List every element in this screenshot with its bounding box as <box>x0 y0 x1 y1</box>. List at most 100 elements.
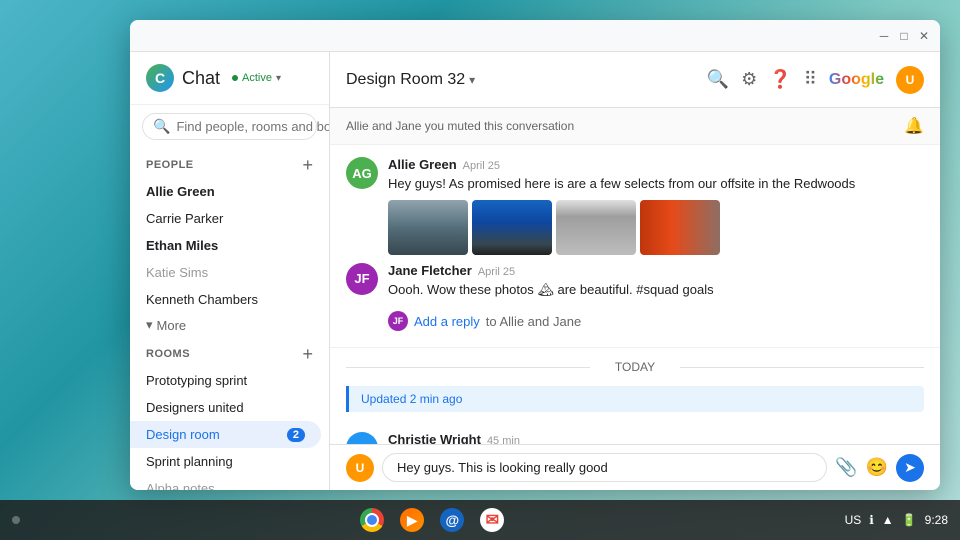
messages-container: Allie and Jane you muted this conversati… <box>330 108 940 444</box>
reply-link[interactable]: Add a reply <box>414 314 480 329</box>
input-actions: 📎 😊 ➤ <box>835 454 924 482</box>
play-store-icon[interactable]: ▶ <box>400 508 424 532</box>
room-name[interactable]: Design Room 32 ▾ <box>346 71 475 89</box>
msg-author-christie: Christie Wright <box>388 432 481 444</box>
photo-thumb-2[interactable] <box>472 200 552 255</box>
minimize-button[interactable]: ─ <box>876 28 892 44</box>
sidebar-item-katie-sims[interactable]: Katie Sims <box>130 259 321 286</box>
photo-thumb-3[interactable] <box>556 200 636 255</box>
sidebar-item-designers-united[interactable]: Designers united <box>130 394 321 421</box>
active-dot <box>232 75 238 81</box>
input-area: U 📎 😊 ➤ <box>330 444 940 490</box>
sidebar-item-prototyping-sprint[interactable]: Prototyping sprint <box>130 367 321 394</box>
message-christie-meta: Christie Wright 45 min <box>388 432 924 444</box>
app-logo: C <box>146 64 174 92</box>
message-jane-meta: Jane Fletcher April 25 <box>388 263 924 278</box>
msg-text-allie: Hey guys! As promised here is are a few … <box>388 174 924 194</box>
message-christie: C Christie Wright 45 min Hey y'all, want… <box>346 432 924 444</box>
chat-area: Design Room 32 ▾ 🔍 ⚙ ❓ ⠿ Google U Allie … <box>330 52 940 490</box>
input-user-avatar: U <box>346 454 374 482</box>
active-badge[interactable]: Active ▾ <box>232 72 281 84</box>
add-person-button[interactable]: + <box>302 156 313 174</box>
network-icon: ℹ <box>869 513 874 527</box>
message-allie-meta: Allie Green April 25 <box>388 157 924 172</box>
sidebar-item-design-room[interactable]: Design room 2 <box>130 421 321 448</box>
reply-row: JF Add a reply to Allie and Jane <box>346 307 924 335</box>
message-allie-body: Allie Green April 25 Hey guys! As promis… <box>388 157 924 255</box>
app-window: ─ □ ✕ C Chat Active ▾ 🔍 PE <box>130 20 940 490</box>
taskbar: ▶ @ ✉ US ℹ ▲ 🔋 9:28 <box>0 500 960 540</box>
search-input[interactable] <box>176 119 330 134</box>
app-title: Chat <box>182 68 220 89</box>
new-message-thread: C Christie Wright 45 min Hey y'all, want… <box>330 420 940 444</box>
header-actions: 🔍 ⚙ ❓ ⠿ Google U <box>707 66 924 94</box>
wifi-icon: ▲ <box>882 513 894 527</box>
sidebar-item-allie-green[interactable]: Allie Green <box>130 178 321 205</box>
user-avatar[interactable]: U <box>896 66 924 94</box>
maximize-button[interactable]: □ <box>896 28 912 44</box>
mute-icon: 🔔 <box>904 116 924 136</box>
clock: 9:28 <box>925 513 948 527</box>
photo-thumb-1[interactable] <box>388 200 468 255</box>
reply-avatar: JF <box>388 311 408 331</box>
taskbar-center: ▶ @ ✉ <box>360 508 504 532</box>
chevron-down-icon: ▾ <box>276 73 281 84</box>
chevron-down-icon: ▾ <box>469 73 475 87</box>
avatar-allie: AG <box>346 157 378 189</box>
sidebar-item-ethan-miles[interactable]: Ethan Miles <box>130 232 321 259</box>
search-icon: 🔍 <box>153 118 170 135</box>
message-christie-body: Christie Wright 45 min Hey y'all, wanted… <box>388 432 924 444</box>
attach-icon[interactable]: 📎 <box>835 457 857 478</box>
google-logo: Google <box>829 71 884 89</box>
message-jane-body: Jane Fletcher April 25 Oooh. Wow these p… <box>388 263 924 300</box>
sidebar-item-sprint-planning[interactable]: Sprint planning <box>130 448 321 475</box>
msg-time-allie: April 25 <box>463 160 500 172</box>
design-room-badge: 2 <box>287 428 305 442</box>
sidebar-header: C Chat Active ▾ <box>130 52 329 105</box>
at-icon[interactable]: @ <box>440 508 464 532</box>
today-divider: TODAY <box>330 348 940 386</box>
message-input[interactable] <box>382 453 827 482</box>
search-bar[interactable]: 🔍 <box>142 113 317 140</box>
app-content: C Chat Active ▾ 🔍 PEOPLE + Allie Green <box>130 52 940 490</box>
apps-icon[interactable]: ⠿ <box>804 69 817 90</box>
chevron-down-icon: ▾ <box>146 317 153 333</box>
msg-time-jane: April 25 <box>478 266 515 278</box>
gmail-icon[interactable]: ✉ <box>480 508 504 532</box>
rooms-label: ROOMS <box>146 348 190 360</box>
muted-notice: Allie and Jane you muted this conversati… <box>330 108 940 145</box>
photo-thumb-4[interactable] <box>640 200 720 255</box>
rooms-section-header: ROOMS + <box>130 337 329 367</box>
people-more-button[interactable]: ▾ More <box>130 313 329 337</box>
titlebar: ─ □ ✕ <box>130 20 940 52</box>
taskbar-left <box>12 516 20 524</box>
sidebar: C Chat Active ▾ 🔍 PEOPLE + Allie Green <box>130 52 330 490</box>
country-label: US <box>845 513 862 527</box>
help-icon[interactable]: ❓ <box>769 69 791 90</box>
people-label: PEOPLE <box>146 159 194 171</box>
battery-icon: 🔋 <box>902 513 917 527</box>
msg-author-jane: Jane Fletcher <box>388 263 472 278</box>
close-button[interactable]: ✕ <box>916 28 932 44</box>
people-section-header: PEOPLE + <box>130 148 329 178</box>
old-message-thread: AG Allie Green April 25 Hey guys! As pro… <box>330 145 940 348</box>
avatar-jane: JF <box>346 263 378 295</box>
msg-time-christie: 45 min <box>487 435 520 444</box>
chrome-icon[interactable] <box>360 508 384 532</box>
sidebar-item-kenneth-chambers[interactable]: Kenneth Chambers <box>130 286 321 313</box>
settings-icon[interactable]: ⚙ <box>741 69 757 90</box>
avatar-christie: C <box>346 432 378 444</box>
active-label: Active <box>242 72 272 84</box>
photo-grid <box>388 200 924 255</box>
message-allie: AG Allie Green April 25 Hey guys! As pro… <box>346 157 924 255</box>
msg-text-jane: Oooh. Wow these photos 🏔 are beautiful. … <box>388 280 924 300</box>
sidebar-item-carrie-parker[interactable]: Carrie Parker <box>130 205 321 232</box>
search-icon[interactable]: 🔍 <box>707 69 729 90</box>
send-button[interactable]: ➤ <box>896 454 924 482</box>
taskbar-right: US ℹ ▲ 🔋 9:28 <box>845 513 948 527</box>
sidebar-item-alpha-notes[interactable]: Alpha notes <box>130 475 321 490</box>
add-room-button[interactable]: + <box>302 345 313 363</box>
taskbar-dot <box>12 516 20 524</box>
emoji-icon[interactable]: 😊 <box>866 457 888 478</box>
message-jane: JF Jane Fletcher April 25 Oooh. Wow thes… <box>346 263 924 300</box>
